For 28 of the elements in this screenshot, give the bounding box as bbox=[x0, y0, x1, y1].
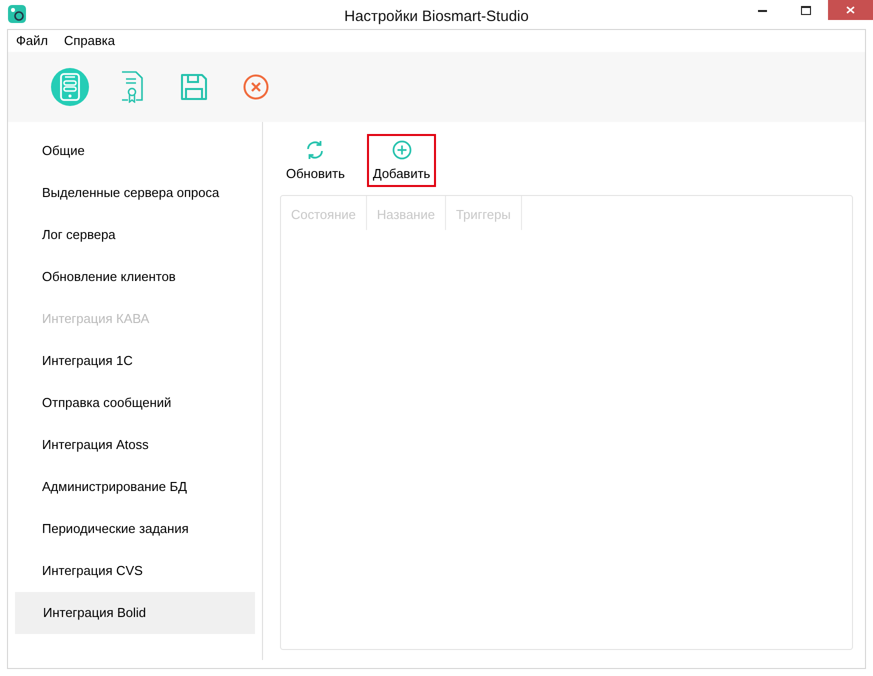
sidebar-item[interactable]: Интеграция 1С bbox=[15, 340, 255, 382]
refresh-button[interactable]: Обновить bbox=[280, 134, 351, 186]
close-icon bbox=[846, 6, 855, 14]
app-icon bbox=[8, 5, 26, 23]
cancel-icon bbox=[243, 74, 269, 100]
sidebar-item[interactable]: Интеграция Atoss bbox=[15, 424, 255, 466]
add-button[interactable]: Добавить bbox=[366, 134, 436, 186]
sidebar-item[interactable]: Лог сервера bbox=[15, 214, 255, 256]
sidebar-item[interactable]: Интеграция CVS bbox=[15, 550, 255, 592]
window-title: Настройки Biosmart-Studio bbox=[344, 7, 529, 27]
close-button[interactable] bbox=[828, 0, 873, 20]
sidebar-item[interactable]: Отправка сообщений bbox=[15, 382, 255, 424]
server-icon bbox=[59, 73, 81, 101]
certificate-icon bbox=[120, 71, 144, 103]
sidebar-item[interactable]: Периодические задания bbox=[15, 508, 255, 550]
menu-item[interactable]: Справка bbox=[58, 31, 121, 51]
save-icon bbox=[180, 73, 208, 101]
sidebar-item[interactable]: Интеграция Bolid bbox=[15, 592, 255, 634]
sidebar-item[interactable]: Выделенные сервера опроса bbox=[15, 172, 255, 214]
server-button[interactable] bbox=[51, 68, 89, 106]
minimize-icon bbox=[758, 8, 766, 12]
maximize-icon bbox=[801, 6, 811, 14]
refresh-icon bbox=[305, 140, 326, 160]
sidebar-item[interactable]: Администрирование БД bbox=[15, 466, 255, 508]
sidebar-item[interactable]: Общие bbox=[15, 130, 255, 172]
add-icon bbox=[392, 140, 412, 160]
sidebar-item[interactable]: Обновление клиентов bbox=[15, 256, 255, 298]
menu-item[interactable]: Файл bbox=[10, 31, 54, 51]
